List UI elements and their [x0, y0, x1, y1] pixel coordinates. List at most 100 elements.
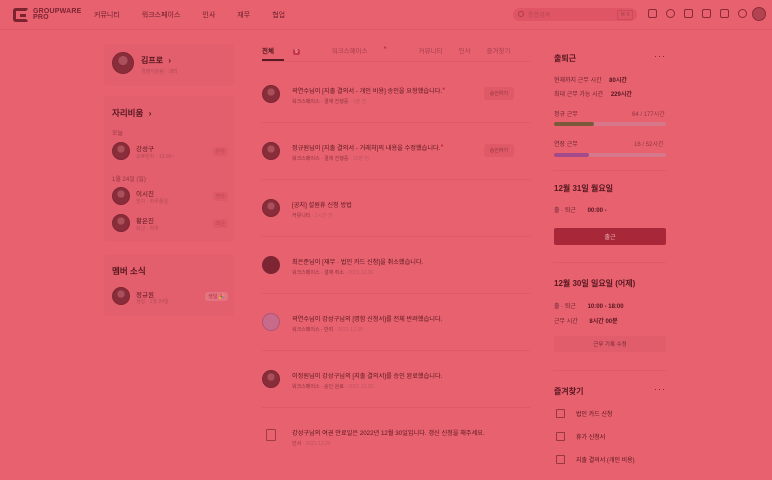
bell-icon[interactable]: [684, 9, 693, 18]
avatar: [112, 287, 130, 305]
feed-time: · 2021.12.29: [302, 441, 331, 447]
more-icon[interactable]: ···: [654, 51, 666, 61]
document-icon: [556, 455, 565, 464]
new-dot: ●: [383, 45, 387, 51]
max-hours-label: 최대 근무 가능 시간: [554, 92, 604, 98]
box-icon[interactable]: [702, 9, 711, 18]
tabs-divider: [262, 61, 530, 62]
favorite-item[interactable]: 휴가 신청서: [556, 432, 605, 441]
user-icon[interactable]: [666, 9, 675, 18]
feed-title: [공지] 설원휴 신청 방법: [292, 202, 352, 209]
chevron-right-icon: ›: [148, 108, 152, 118]
feed-time: · 2021.12.30: [345, 384, 374, 390]
tab-favorites[interactable]: 즐겨찾기: [487, 45, 511, 55]
overtime-label: 연장 근무: [554, 142, 578, 148]
checkin-value: 10:00 - 18:00: [587, 304, 624, 310]
feed-app: 워크스페이스 · 결재 진행중: [292, 156, 349, 162]
nav-item-community[interactable]: 커뮤니티: [94, 10, 120, 20]
member-detail: 생일 · 1월 24일: [136, 299, 169, 305]
checkin-label: 출 · 퇴근: [554, 208, 576, 214]
org-icon[interactable]: [648, 9, 657, 18]
logo[interactable]: GROUPWARE PRO: [13, 8, 81, 22]
status-badge: 생일 🎉: [205, 292, 228, 301]
document-icon: [556, 432, 565, 441]
search-input[interactable]: 통합검색 ⌘ K: [513, 8, 637, 21]
status-badge: 반차: [212, 147, 228, 156]
list-item[interactable]: 이시진 연차 · 하루종일 연차: [112, 185, 228, 209]
member-news-title: 멤버 소식: [112, 266, 146, 276]
divider: [262, 350, 530, 351]
absence-name: 강성구: [136, 146, 154, 153]
divider: [553, 370, 666, 371]
main-nav: 커뮤니티 워크스페이스 인사 재무 협업: [94, 10, 307, 20]
divider: [262, 293, 530, 294]
absence-date-label: 1월 24일 (일): [112, 177, 146, 183]
profile-avatar[interactable]: [112, 52, 134, 74]
more-icon[interactable]: ···: [654, 384, 666, 394]
overtime-progress-fill: [554, 153, 589, 157]
checkin-label: 출 · 퇴근: [554, 304, 576, 310]
favorite-item[interactable]: 법인 카드 신청: [556, 409, 612, 418]
gear-icon[interactable]: [738, 9, 747, 18]
divider: [553, 262, 666, 263]
document-icon: [266, 429, 276, 441]
divider: [262, 122, 530, 123]
favorite-item[interactable]: 지출 결의서 (개인 비용): [556, 455, 635, 464]
check-in-button[interactable]: 출근: [554, 228, 666, 245]
list-item[interactable]: 이정원님이 강성구님의 [지출 결의서]를 승인 완료했습니다. 워크스페이스 …: [262, 352, 530, 404]
tab-hr[interactable]: 인사: [459, 45, 471, 55]
user-avatar[interactable]: [752, 7, 766, 21]
regular-value: 64 / 177시간: [632, 112, 665, 118]
nav-item-collab[interactable]: 협업: [272, 10, 285, 20]
member-news-card: 멤버 소식 정규원 생일 · 1월 24일 생일 🎉: [104, 254, 234, 316]
list-item[interactable]: 정규원님이 [지출 결의서 - 거래처]의 내용을 수정했습니다.● 워크스페이…: [262, 124, 530, 176]
absence-detail: 연차 · 하루종일: [136, 199, 169, 205]
absence-title: 자리비움: [112, 108, 144, 118]
edit-record-button[interactable]: 근무 기록 수정: [554, 336, 666, 352]
nav-item-workspace[interactable]: 워크스페이스: [142, 10, 181, 20]
favorites-title: 즐겨찾기: [554, 387, 584, 396]
feed-time: · 1시간 전: [311, 213, 333, 219]
network-icon[interactable]: [720, 9, 729, 18]
absence-card: 자리비움 › 오늘 강성구 오후반차 · 13:00~ 반차 1월 24일 (일…: [104, 96, 234, 242]
approve-button[interactable]: 승인하기: [483, 144, 514, 157]
feed-time: · 1분 전: [349, 99, 367, 105]
overtime-value: 16 / 52시간: [634, 142, 664, 148]
list-item[interactable]: 황은진 외근 · 하루 외근: [112, 212, 228, 236]
regular-progress-fill: [554, 122, 595, 126]
current-hours-label: 현재까지 근무 시간: [554, 78, 602, 84]
tab-all[interactable]: 전체 9: [262, 45, 316, 55]
new-dot: ●: [442, 86, 446, 92]
feed-app: 워크스페이스 · 결재 진행중: [292, 99, 349, 105]
absence-detail: 외근 · 하루: [136, 226, 159, 232]
profile-card: 김프로 › 경영지원팀 · 대리: [104, 44, 234, 86]
absence-detail: 오후반차 · 13:00~: [136, 154, 175, 160]
feed-app: 인사: [292, 441, 302, 447]
nav-item-hr[interactable]: 인사: [202, 10, 215, 20]
regular-label: 정규 근무: [554, 112, 578, 118]
logo-line2: PRO: [33, 14, 49, 21]
avatar: [112, 187, 130, 205]
avatar: [262, 199, 280, 217]
avatar: [262, 256, 280, 274]
tab-community[interactable]: 커뮤니티: [419, 45, 443, 55]
list-item[interactable]: 강성구님의 여권 만료일은 2022년 12월 30일입니다. 갱신 신청을 해…: [262, 409, 530, 461]
list-item[interactable]: 최은준님이 [재무 · 법인 카드 신청]을 취소했습니다. 워크스페이스 · …: [262, 238, 530, 290]
yesterday-date: 12월 30일 일요일 (어제): [554, 279, 636, 288]
feed-app: 워크스페이스 · 승인 완료: [292, 384, 344, 390]
chevron-right-icon: ›: [168, 56, 171, 65]
approve-button[interactable]: 승인하기: [483, 87, 514, 100]
nav-item-finance[interactable]: 재무: [237, 10, 250, 20]
new-dot: ●: [440, 143, 444, 149]
search-placeholder: 통합검색: [528, 13, 551, 19]
absence-name: 황은진: [136, 218, 154, 225]
tab-workspace[interactable]: 워크스페이스 ●: [332, 45, 403, 55]
list-item[interactable]: 곽연수님이 [지출 결의서 - 개인 비용] 승인을 요청했습니다.● 워크스페…: [262, 67, 530, 119]
status-badge: 외근: [212, 219, 228, 228]
list-item[interactable]: 곽연수님이 강성구님의 [명함 신청서]를 전체 반려했습니다. 워크스페이스 …: [262, 295, 530, 347]
list-item[interactable]: [공지] 설원휴 신청 방법 커뮤니티 · 1시간 전: [262, 181, 530, 233]
list-item[interactable]: 정규원 생일 · 1월 24일 생일 🎉: [112, 286, 228, 310]
list-item[interactable]: 강성구 오후반차 · 13:00~ 반차: [112, 140, 228, 164]
profile-subtitle: 경영지원팀 · 대리: [141, 69, 178, 75]
toolbar-icons: [648, 9, 765, 18]
